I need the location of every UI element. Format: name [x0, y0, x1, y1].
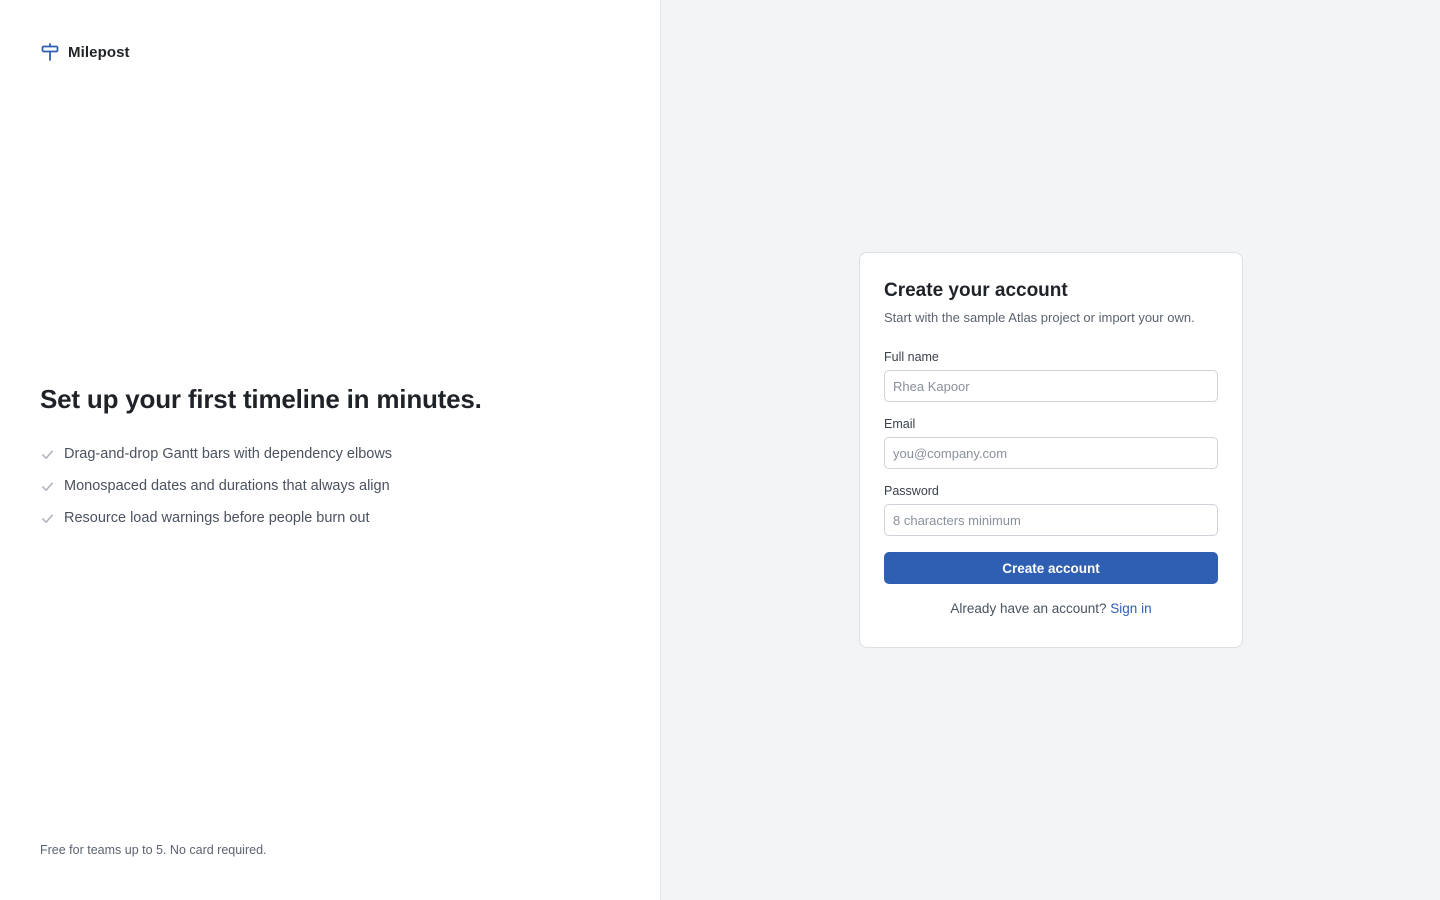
- create-account-button[interactable]: Create account: [884, 552, 1218, 584]
- email-label: Email: [884, 417, 916, 431]
- password-group: Password: [884, 483, 1218, 536]
- password-label: Password: [884, 484, 939, 498]
- full-name-label: Full name: [884, 350, 939, 364]
- check-icon: [42, 449, 53, 459]
- form-panel: Create your account Start with the sampl…: [661, 0, 1440, 900]
- feature-list: Drag-and-drop Gantt bars with dependency…: [40, 438, 620, 534]
- email-input[interactable]: [884, 437, 1218, 469]
- signin-row: Already have an account? Sign in: [884, 601, 1218, 616]
- brand[interactable]: Milepost: [40, 42, 130, 62]
- full-name-input[interactable]: [884, 370, 1218, 402]
- check-icon: [42, 513, 53, 523]
- feature-text: Monospaced dates and durations that alwa…: [64, 478, 390, 494]
- card-title: Create your account: [884, 280, 1068, 301]
- email-group: Email: [884, 416, 1218, 469]
- signup-card: Create your account Start with the sampl…: [859, 252, 1243, 648]
- marketing-panel: Milepost Set up your first timeline in m…: [0, 0, 661, 900]
- feature-text: Resource load warnings before people bur…: [64, 510, 370, 526]
- full-name-group: Full name: [884, 349, 1218, 402]
- card-subtitle: Start with the sample Atlas project or i…: [884, 310, 1195, 325]
- signpost-icon: [41, 43, 59, 61]
- feature-item: Resource load warnings before people bur…: [40, 502, 620, 534]
- check-icon: [42, 481, 53, 491]
- password-input[interactable]: [884, 504, 1218, 536]
- hero: Set up your first timeline in minutes. D…: [40, 382, 620, 534]
- signin-prompt: Already have an account?: [950, 601, 1107, 616]
- feature-item: Monospaced dates and durations that alwa…: [40, 470, 620, 502]
- feature-text: Drag-and-drop Gantt bars with dependency…: [64, 446, 393, 462]
- feature-item: Drag-and-drop Gantt bars with dependency…: [40, 438, 620, 470]
- sign-in-link[interactable]: Sign in: [1110, 601, 1151, 616]
- brand-name: Milepost: [68, 43, 130, 61]
- pricing-footnote: Free for teams up to 5. No card required…: [40, 843, 267, 857]
- hero-title: Set up your first timeline in minutes.: [40, 384, 482, 414]
